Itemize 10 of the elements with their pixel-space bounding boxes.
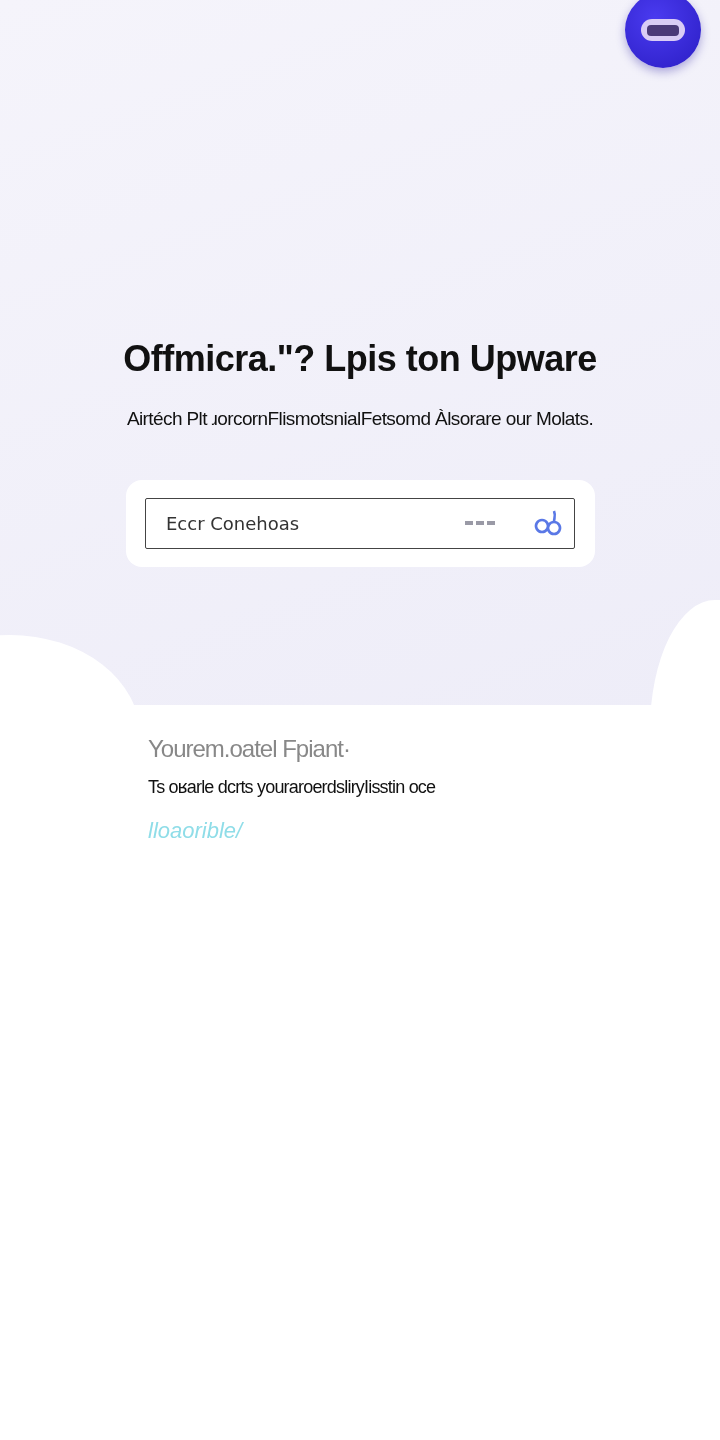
hero-title: Offmicra."? Lpis ton Upware bbox=[123, 338, 597, 380]
section-text: Ts oʁarle dcrts youraroerdsliryIisstin oce bbox=[148, 777, 436, 798]
section-heading: Yourem.oatel Fpiant· bbox=[148, 735, 350, 763]
hero-subtitle: Airtéch Plt ɹorcornFlismotsnialFetsomd Àlsorare our Molats. bbox=[126, 408, 594, 430]
floating-action-button[interactable] bbox=[625, 0, 701, 68]
dash-icon bbox=[465, 520, 495, 526]
search-field[interactable]: Eccr Conehoas bbox=[145, 498, 575, 549]
section-link[interactable]: lloaorible/ bbox=[148, 818, 243, 844]
loop-icon[interactable] bbox=[533, 508, 563, 538]
pill-icon bbox=[640, 18, 686, 42]
